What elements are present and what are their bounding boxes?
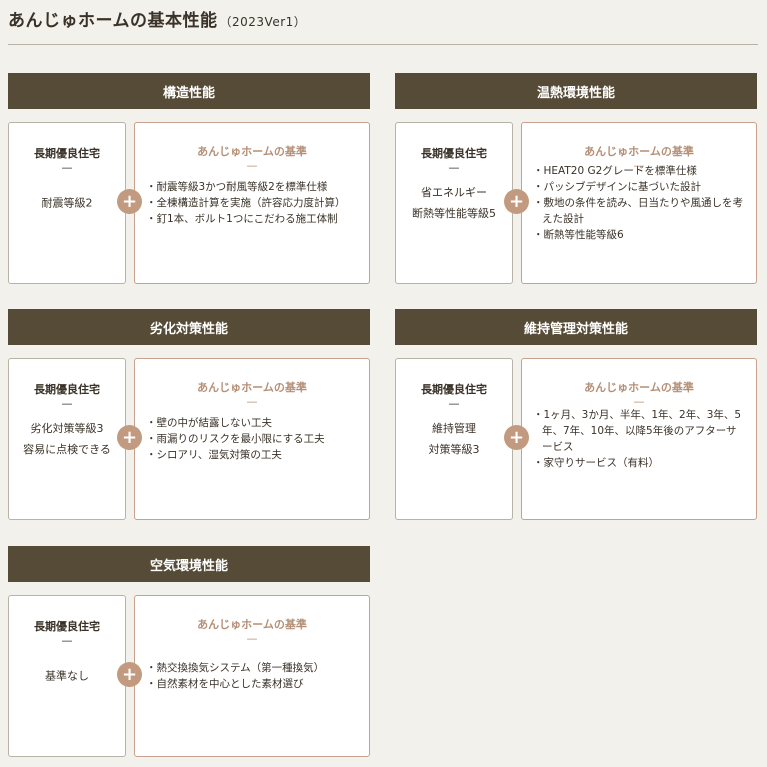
standard-list-item: 1ヶ月、3か月、半年、1年、2年、3年、5年、7年、10年、以降5年後のアフター…: [533, 407, 746, 455]
dash-divider: —: [61, 161, 73, 174]
anju-standard-box: あんじゅホームの基準— 耐震等級3かつ耐風等級2を標準仕様全棟構造計算を実施（許容…: [134, 122, 370, 284]
anju-standard-box: あんじゅホームの基準—1ヶ月、3か月、半年、1年、2年、3年、5年、7年、10年…: [521, 358, 757, 520]
dash-divider: —: [246, 395, 258, 408]
page-version: （2023Ver1）: [219, 15, 307, 29]
long-term-housing-box: 長期優良住宅 — 耐震等級2: [8, 122, 126, 284]
standard-list-item: HEAT20 G2グレードを標準仕様: [533, 163, 746, 179]
long-term-housing-value: 基準なし: [45, 669, 89, 683]
standard-list-item: 熱交換換気システム（第一種換気）: [146, 660, 359, 676]
section-header: 維持管理対策性能: [395, 309, 757, 345]
standard-list: 壁の中が結露しない工夫雨漏りのリスクを最小限にする工夫シロアリ、湿気対策の工夫: [146, 415, 359, 463]
section-header: 温熱環境性能: [395, 73, 757, 109]
dash-divider: —: [448, 161, 460, 174]
section-boxes: 長期優良住宅—維持管理 対策等級3+あんじゅホームの基準—1ヶ月、3か月、半年、…: [395, 358, 757, 520]
anju-standard-box: あんじゅホームの基準— 熱交換換気システム（第一種換気）自然素材を中心とした素材選…: [134, 595, 370, 757]
long-term-housing-box: 長期優良住宅 — 維持管理 対策等級3: [395, 358, 513, 520]
anju-standard-title: あんじゅホームの基準: [197, 145, 307, 158]
standard-list-item: 耐震等級3かつ耐風等級2を標準仕様: [146, 179, 359, 195]
performance-section: 空気環境性能長期優良住宅—基準なし+あんじゅホームの基準—熱交換換気システム（第…: [8, 546, 370, 757]
standard-list-item: パッシブデザインに基づいた設計: [533, 179, 746, 195]
standard-list-item: 全棟構造計算を実施（許容応力度計算）: [146, 195, 359, 211]
section-boxes: 長期優良住宅—基準なし+あんじゅホームの基準—熱交換換気システム（第一種換気）自…: [8, 595, 370, 757]
section-boxes: 長期優良住宅— 省エネルギー 断熱等性能等級5 +あんじゅホームの基準—HEAT20…: [395, 122, 757, 284]
anju-standard-title: あんじゅホームの基準: [584, 381, 694, 394]
long-term-housing-box: 長期優良住宅 — 劣化対策等級3 容易に点検できる: [8, 358, 126, 520]
section-boxes: 長期優良住宅—耐震等級2+あんじゅホームの基準—耐震等級3かつ耐風等級2を標準仕…: [8, 122, 370, 284]
performance-section: 劣化対策性能 長期優良住宅 — 劣化対策等級3 容易に点検できる + あんじゅホームの基準…: [8, 309, 370, 520]
section-header: 空気環境性能: [8, 546, 370, 582]
standard-list-item: 釘1本、ボルト1つにこだわる施工体制: [146, 211, 359, 227]
plus-icon: +: [117, 425, 142, 450]
standard-list-item: 壁の中が結露しない工夫: [146, 415, 359, 431]
standard-list-item: 自然素材を中心とした素材選び: [146, 676, 359, 692]
long-term-housing-title: 長期優良住宅: [421, 147, 487, 160]
section-boxes: 長期優良住宅—劣化対策等級3 容易に点検できる+あんじゅホームの基準—壁の中が結…: [8, 358, 370, 520]
dash-divider: —: [61, 397, 73, 410]
section-header: 構造性能: [8, 73, 370, 109]
plus-icon: +: [504, 425, 529, 450]
long-term-housing-title: 長期優良住宅: [34, 620, 100, 633]
dash-divider: —: [448, 397, 460, 410]
standard-list-item: 雨漏りのリスクを最小限にする工夫: [146, 431, 359, 447]
long-term-housing-title: 長期優良住宅: [34, 147, 100, 160]
standard-list: 熱交換換気システム（第一種換気）自然素材を中心とした素材選び: [146, 660, 359, 692]
standard-list-item: 断熱等性能等級6: [533, 227, 746, 243]
long-term-housing-value: 劣化対策等級3 容易に点検できる: [23, 422, 111, 456]
anju-standard-box: あんじゅホームの基準— 壁の中が結露しない工夫雨漏りのリスクを最小限にする工夫シロ…: [134, 358, 370, 520]
long-term-housing-box: 長期優良住宅 — 基準なし: [8, 595, 126, 757]
dash-divider: —: [61, 634, 73, 647]
long-term-housing-value: 耐震等級2: [41, 196, 93, 210]
page-title-text: あんじゅホームの基本性能: [8, 11, 218, 31]
standard-list: HEAT20 G2グレードを標準仕様パッシブデザインに基づいた設計敷地の条件を読…: [533, 163, 746, 243]
section-header: 劣化対策性能: [8, 309, 370, 345]
standard-list-item: 敷地の条件を読み、日当たりや風通しを考えた設計: [533, 195, 746, 227]
plus-icon: +: [117, 662, 142, 687]
long-term-housing-value: 維持管理 対策等級3: [428, 422, 480, 456]
performance-section: 維持管理対策性能長期優良住宅—維持管理 対策等級3+あんじゅホームの基準—1ヶ月…: [395, 309, 757, 520]
standard-list-item: シロアリ、湿気対策の工夫: [146, 447, 359, 463]
anju-standard-box: あんじゅホームの基準—HEAT20 G2グレードを標準仕様パッシブデザインに基づ…: [521, 122, 757, 284]
standard-list: 耐震等級3かつ耐風等級2を標準仕様全棟構造計算を実施（許容応力度計算）釘1本、ボ…: [146, 179, 359, 227]
long-term-housing-box: 長期優良住宅 — 省エネルギー 断熱等性能等級5: [395, 122, 513, 284]
performance-section: 構造性能長期優良住宅—耐震等級2+あんじゅホームの基準—耐震等級3かつ耐風等級2…: [8, 73, 370, 284]
dash-divider: —: [246, 159, 258, 172]
title-divider: [8, 44, 758, 45]
standard-list: 1ヶ月、3か月、半年、1年、2年、3年、5年、7年、10年、以降5年後のアフター…: [533, 407, 746, 471]
anju-standard-title: あんじゅホームの基準: [584, 145, 694, 158]
long-term-housing-value: 省エネルギー 断熱等性能等級5: [412, 186, 496, 220]
anju-standard-title: あんじゅホームの基準: [197, 618, 307, 631]
standard-list-item: 家守りサービス（有料）: [533, 455, 746, 471]
page-title: あんじゅホームの基本性能 （2023Ver1）: [8, 6, 306, 31]
dash-divider: —: [633, 395, 645, 408]
anju-standard-title: あんじゅホームの基準: [197, 381, 307, 394]
long-term-housing-title: 長期優良住宅: [421, 383, 487, 396]
long-term-housing-title: 長期優良住宅: [34, 383, 100, 396]
performance-section: 温熱環境性能 長期優良住宅 — 省エネルギー 断熱等性能等級5 + あんじゅホームの基準 —…: [395, 73, 757, 284]
plus-icon: +: [117, 189, 142, 214]
plus-icon: +: [504, 189, 529, 214]
dash-divider: —: [246, 632, 258, 645]
